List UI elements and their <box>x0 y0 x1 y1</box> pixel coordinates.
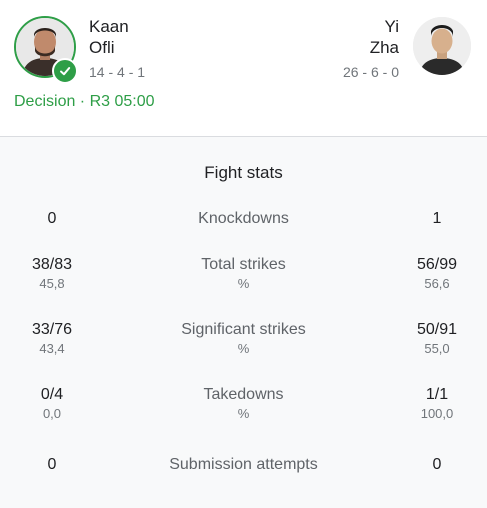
stat-left-value: 0 <box>47 210 57 227</box>
winner-check-icon <box>52 58 78 84</box>
stat-right-percent: 55,0 <box>424 341 450 356</box>
fight-stats-panel: Fight stats 0 Knockdowns 1 38/83 45,8 To… <box>0 136 487 508</box>
stat-right-value: 0 <box>432 456 442 473</box>
stat-label: Significant strikes <box>181 321 306 338</box>
fighter-left-last-name[interactable]: Ofli <box>89 37 115 58</box>
stat-left-value: 33/76 <box>31 321 73 338</box>
stat-right-percent: 56,6 <box>424 276 450 291</box>
fighter-right-first-name[interactable]: Yi <box>385 16 400 37</box>
stat-right-value: 1 <box>432 210 442 227</box>
fighter-left-record: 14 - 4 - 1 <box>89 64 146 80</box>
fight-stats-title: Fight stats <box>204 163 283 182</box>
stat-right-value: 50/91 <box>416 321 458 338</box>
fight-header: Kaan Ofli 14 - 4 - 1 Yi Zha 26 - 6 - 0 D… <box>0 0 487 136</box>
stat-label: Submission attempts <box>169 456 318 473</box>
stat-label: Total strikes <box>201 256 286 273</box>
stat-right-value: 1/1 <box>425 386 449 403</box>
stat-left-percent: 45,8 <box>39 276 65 291</box>
stat-left-percent: 0,0 <box>42 406 62 421</box>
stat-left-value: 38/83 <box>31 256 73 273</box>
stat-right-percent: 100,0 <box>420 406 454 421</box>
stat-label: Takedowns <box>203 386 284 403</box>
fighter-left-first-name[interactable]: Kaan <box>89 16 129 37</box>
stat-left-value: 0/4 <box>40 386 64 403</box>
stat-sub-label: % <box>237 406 250 421</box>
stat-left-percent: 43,4 <box>39 341 65 356</box>
fighter-right-avatar[interactable] <box>413 17 471 75</box>
stat-label: Knockdowns <box>198 210 289 227</box>
fighter-right-last-name[interactable]: Zha <box>370 37 399 58</box>
stat-right-value: 56/99 <box>416 256 458 273</box>
stat-sub-label: % <box>237 276 250 291</box>
fighter-right-record: 26 - 6 - 0 <box>342 64 399 80</box>
fight-result: Decision · R3 05:00 <box>14 93 155 110</box>
stat-left-value: 0 <box>47 456 57 473</box>
stat-sub-label: % <box>237 341 250 356</box>
